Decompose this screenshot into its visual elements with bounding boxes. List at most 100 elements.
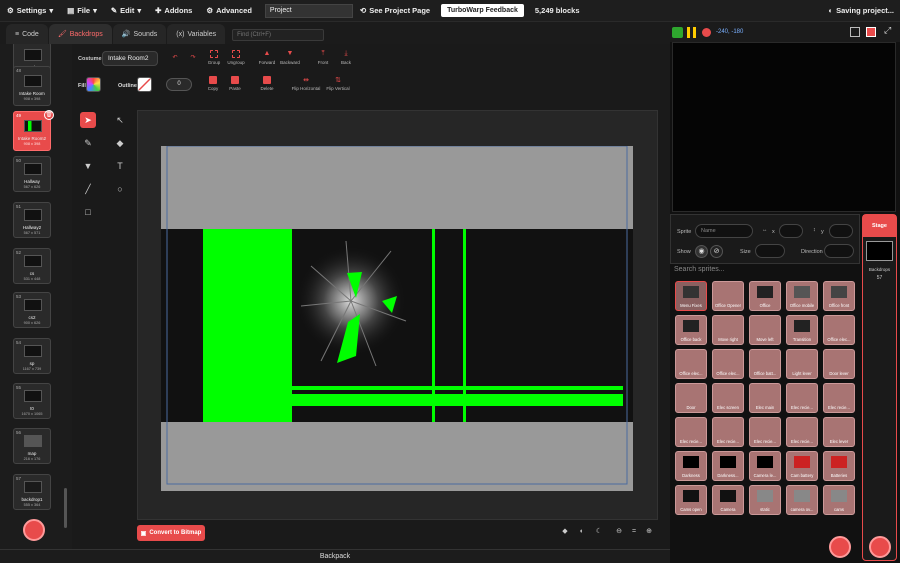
back-button[interactable]: ⤓ Back <box>334 50 358 65</box>
costume-name-input[interactable]: Intake Room2 <box>102 51 158 66</box>
flip-horizontal-button[interactable]: ⇹ Flip Horizontal <box>289 76 323 91</box>
text-tool-icon[interactable]: T <box>112 158 128 174</box>
paint-canvas[interactable] <box>137 110 658 520</box>
circle-tool-icon[interactable]: ○ <box>112 181 128 197</box>
sprite-tile[interactable]: Elec recie... <box>786 383 818 413</box>
zoom-out-icon[interactable]: ⊖ <box>613 526 625 538</box>
line-tool-icon[interactable]: ╱ <box>80 181 96 197</box>
sprite-tile[interactable]: Office back <box>675 315 707 345</box>
redo-icon[interactable]: ↷ <box>186 54 200 61</box>
tab-code[interactable]: ≡ Code <box>6 24 48 44</box>
sprite-tile[interactable]: Move left <box>749 315 781 345</box>
costume-item[interactable]: 50 Hallway 567 x 626 <box>13 156 51 192</box>
costume-item[interactable]: 52 cs 531 x 448 <box>13 248 51 284</box>
sprite-tile[interactable]: Office front <box>823 281 855 311</box>
fill-color-picker[interactable] <box>86 77 101 92</box>
add-backdrop-button[interactable] <box>869 536 891 558</box>
costume-item[interactable]: 48 Intake Room 908 x 398 <box>13 66 51 106</box>
small-stage-icon[interactable] <box>850 27 860 37</box>
sprite-tile[interactable]: Cam battery <box>786 451 818 481</box>
reshape-tool-icon[interactable]: ↖ <box>112 112 128 128</box>
sprite-tile[interactable]: Elec recie... <box>786 417 818 447</box>
x-input[interactable] <box>779 224 803 238</box>
sprite-tile[interactable]: Office Opener <box>712 281 744 311</box>
backward-button[interactable]: ▼ Backward <box>278 50 302 65</box>
sprite-tile[interactable]: Elec main <box>749 383 781 413</box>
search-sprites-input[interactable]: Search sprites... <box>674 266 854 277</box>
feedback-button[interactable]: TurboWarp Feedback <box>441 4 524 17</box>
rectangle-tool-icon[interactable]: □ <box>80 204 96 220</box>
backpack-bar[interactable]: Backpack <box>0 549 670 563</box>
sprite-tile[interactable]: Cams open <box>675 485 707 515</box>
sprite-tile[interactable]: Office elec... <box>712 349 744 379</box>
show-hidden-icon[interactable]: ⊘ <box>710 245 723 258</box>
add-costume-button[interactable] <box>23 519 45 541</box>
direction-input[interactable] <box>824 244 854 258</box>
front-button[interactable]: ⤒ Front <box>311 50 335 65</box>
fill-tool-icon[interactable]: ▼ <box>80 158 96 174</box>
settings-menu[interactable]: ⚙ Settings ▾ <box>0 0 60 22</box>
sprite-tile[interactable]: Elec recie... <box>823 383 855 413</box>
show-visible-icon[interactable]: ◉ <box>695 245 708 258</box>
sprite-tile[interactable]: Batteries <box>823 451 855 481</box>
copy-button[interactable]: Copy <box>201 76 225 91</box>
costume-item[interactable]: 57 backdrop1 555 x 364 <box>13 474 51 510</box>
sprite-tile[interactable]: Door lever <box>823 349 855 379</box>
pause-icon[interactable] <box>687 27 696 38</box>
large-stage-icon[interactable] <box>866 27 876 37</box>
sprite-tile[interactable]: camera ov... <box>786 485 818 515</box>
sprite-tile[interactable]: Elec recie... <box>712 417 744 447</box>
file-menu[interactable]: ▤ File ▾ <box>60 0 104 22</box>
brush-tool-icon[interactable]: ✎ <box>80 135 96 151</box>
delete-costume-icon[interactable]: 🗑 <box>44 110 54 120</box>
addons-menu[interactable]: ✚ Addons <box>148 0 199 22</box>
zoom-in-icon[interactable]: ⊕ <box>643 526 655 538</box>
moon-icon[interactable]: ☾ <box>593 526 605 538</box>
backdrop-artwork[interactable] <box>161 146 633 491</box>
edit-menu[interactable]: ✎ Edit ▾ <box>104 0 148 22</box>
sprite-tile[interactable]: cams <box>823 485 855 515</box>
zoom-reset-button[interactable]: = <box>628 526 640 538</box>
fullscreen-icon[interactable]: ⤢ <box>884 25 891 36</box>
select-tool-icon[interactable]: ➤ <box>80 112 96 128</box>
sprite-tile[interactable]: Darkness <box>675 451 707 481</box>
project-title-input[interactable]: Project <box>264 3 353 18</box>
group-button[interactable]: Group <box>202 50 226 65</box>
eraser-tool-icon[interactable]: ◆ <box>112 135 128 151</box>
sprite-tile[interactable]: Elec recie... <box>675 417 707 447</box>
costume-item[interactable]: 53 cs2 900 x 626 <box>13 292 51 328</box>
sprite-tile[interactable]: Office batt... <box>749 349 781 379</box>
tab-sounds[interactable]: 🔊 Sounds <box>112 24 167 44</box>
sprite-tile[interactable]: Camera le... <box>749 451 781 481</box>
flip-vertical-button[interactable]: ⇅ Flip Vertical <box>323 76 353 91</box>
outline-width-input[interactable]: 0 <box>166 78 192 91</box>
costume-item[interactable]: 55 t0 1670 x 1065 <box>13 383 51 419</box>
sprite-tile[interactable]: Camera <box>712 485 744 515</box>
tab-backdrops[interactable]: 🖌 Backdrops <box>48 24 112 44</box>
costume-item[interactable]: 56 map 216 x 176 <box>13 428 51 464</box>
sprite-tile[interactable]: Office mobile <box>786 281 818 311</box>
sprite-tile[interactable]: Office elec... <box>823 315 855 345</box>
stop-icon[interactable] <box>702 28 711 37</box>
stage-canvas[interactable] <box>672 42 896 212</box>
sprite-tile[interactable]: Office <box>749 281 781 311</box>
size-input[interactable] <box>755 244 785 258</box>
sprite-tile[interactable]: static <box>749 485 781 515</box>
mic-icon[interactable]: ◖ <box>575 526 587 538</box>
forward-button[interactable]: ▲ Forward <box>255 50 279 65</box>
tab-variables[interactable]: (x) Variables <box>167 24 226 44</box>
add-sprite-button[interactable] <box>829 536 851 558</box>
delete-button[interactable]: Delete <box>255 76 279 91</box>
sprite-tile[interactable]: Move right <box>712 315 744 345</box>
sprite-tile[interactable]: Elec screen <box>712 383 744 413</box>
costume-item[interactable]: 54 sp 1167 x 739 <box>13 338 51 374</box>
brush-smooth-icon[interactable]: ◆ <box>559 526 571 538</box>
sprite-tile[interactable]: Light lever <box>786 349 818 379</box>
green-flag-icon[interactable] <box>672 27 683 38</box>
costume-list-scrollbar[interactable] <box>64 488 67 528</box>
paste-button[interactable]: Paste <box>223 76 247 91</box>
stage-target-panel[interactable]: Stage Backdrops 57 <box>862 214 897 561</box>
costume-item[interactable]: 51 Hallway2 567 x 571 <box>13 202 51 238</box>
advanced-menu[interactable]: ⚙ Advanced <box>199 0 259 22</box>
sprite-tile[interactable]: Darkness... <box>712 451 744 481</box>
